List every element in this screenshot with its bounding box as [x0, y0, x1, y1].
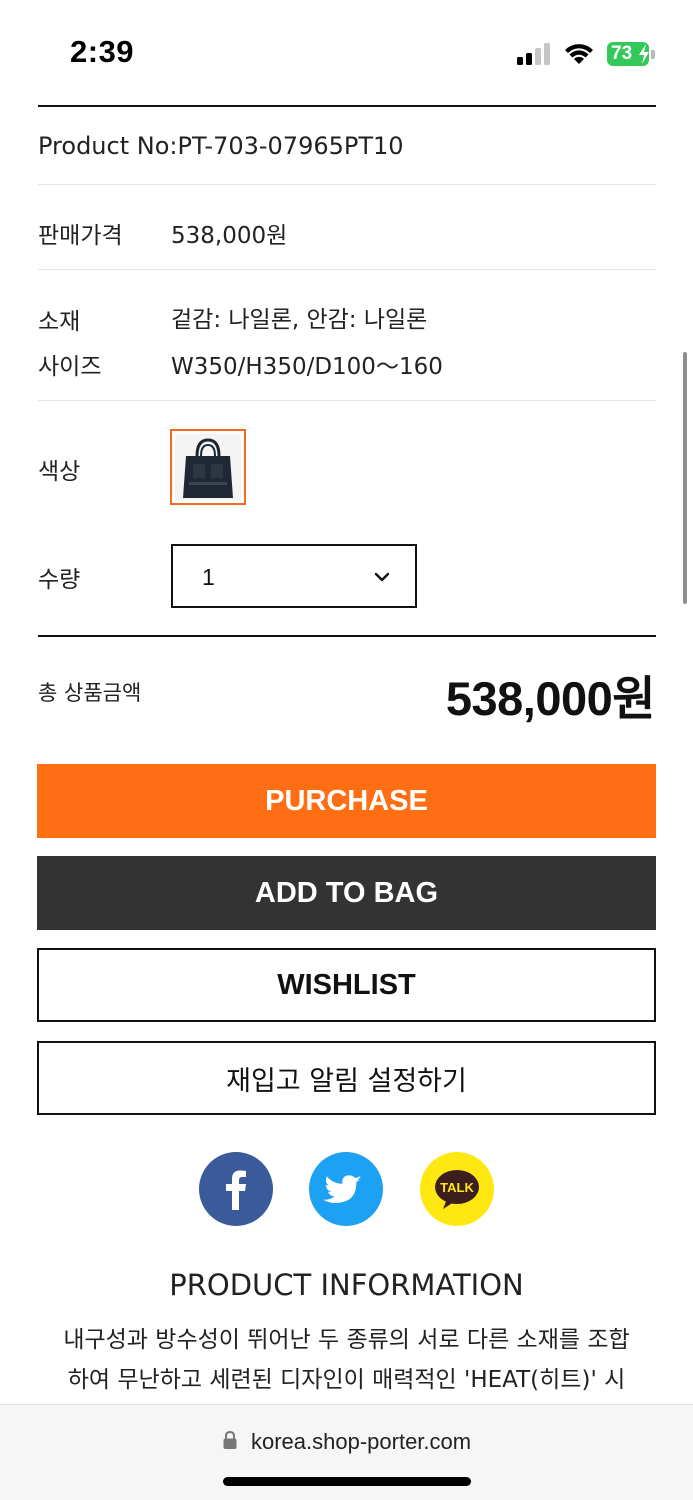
chevron-down-icon — [374, 572, 390, 582]
price-label: 판매가격 — [38, 223, 123, 249]
charging-bolt-icon — [639, 44, 649, 64]
wifi-icon — [565, 44, 593, 64]
material-value: 겉감: 나일론, 안감: 나일론 — [171, 307, 428, 333]
battery-cap — [651, 50, 655, 59]
scrollbar[interactable] — [683, 352, 687, 604]
browser-address-bar: korea.shop-porter.com — [0, 1404, 693, 1500]
size-label: 사이즈 — [38, 354, 102, 380]
product-description-line: 하여 무난하고 세련된 디자인이 매력적인 'HEAT(히트)' 시 — [67, 1367, 626, 1393]
product-description-line: 내구성과 방수성이 뛰어난 두 종류의 서로 다른 소재를 조합 — [63, 1327, 630, 1353]
quantity-select[interactable]: 1 — [171, 544, 417, 608]
url-field[interactable]: korea.shop-porter.com — [0, 1429, 693, 1455]
row-divider — [38, 184, 656, 185]
quantity-label: 수량 — [38, 567, 81, 593]
restock-alert-button[interactable]: 재입고 알림 설정하기 — [37, 1041, 656, 1115]
battery-level: 73 — [611, 43, 633, 64]
tote-bag-thumbnail — [175, 434, 241, 500]
cellular-signal-icon — [517, 43, 553, 65]
kakaotalk-share-button[interactable]: TALK — [420, 1152, 494, 1226]
row-divider — [38, 269, 656, 270]
price-value: 538,000원 — [171, 223, 288, 249]
wishlist-button[interactable]: WISHLIST — [37, 948, 656, 1022]
row-divider — [38, 400, 656, 401]
lock-icon — [223, 1430, 237, 1449]
quantity-value: 1 — [202, 564, 215, 590]
facebook-icon — [226, 1170, 246, 1210]
top-divider — [38, 105, 656, 107]
color-swatch-black[interactable] — [170, 429, 246, 505]
total-divider — [38, 635, 656, 637]
product-information-title: PRODUCT INFORMATION — [169, 1268, 524, 1302]
status-time: 2:39 — [70, 34, 135, 69]
size-value: W350/H350/D100～160 — [171, 354, 443, 380]
kakaotalk-icon: TALK — [435, 1170, 479, 1209]
purchase-button[interactable]: PURCHASE — [37, 764, 656, 838]
twitter-share-button[interactable] — [309, 1152, 383, 1226]
total-label: 총 상품금액 — [38, 681, 142, 705]
home-indicator[interactable] — [223, 1477, 471, 1486]
twitter-icon — [323, 1175, 362, 1203]
product-number: Product No:PT-703-07965PT10 — [38, 132, 404, 160]
add-to-bag-button[interactable]: ADD TO BAG — [37, 856, 656, 930]
color-label: 색상 — [38, 459, 81, 485]
total-price: 538,000원 — [445, 672, 656, 725]
kakaotalk-label: TALK — [440, 1180, 474, 1195]
facebook-share-button[interactable] — [199, 1152, 273, 1226]
url-text: korea.shop-porter.com — [250, 1429, 472, 1454]
material-label: 소재 — [38, 309, 81, 335]
status-bar: 2:39 73 — [0, 0, 693, 100]
